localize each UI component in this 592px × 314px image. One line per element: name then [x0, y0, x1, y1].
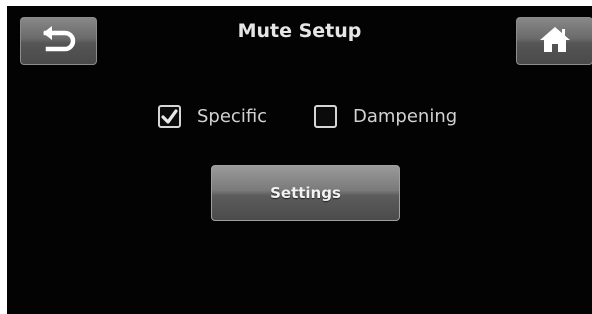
dampening-label: Dampening — [353, 105, 458, 127]
specific-option[interactable]: Specific — [158, 102, 267, 130]
specific-label: Specific — [197, 105, 268, 127]
page-title: Mute Setup — [237, 20, 362, 42]
dampening-option[interactable]: Dampening — [314, 102, 457, 130]
mute-setup-screen: Mute Setup Specific Dampening Settings — [7, 6, 592, 314]
specific-checkbox[interactable] — [158, 104, 181, 128]
home-button[interactable] — [516, 17, 592, 65]
mute-options: Specific Dampening — [7, 102, 592, 130]
checkmark-icon — [161, 108, 178, 124]
home-icon — [539, 25, 571, 57]
settings-button[interactable]: Settings — [211, 165, 400, 221]
dampening-checkbox[interactable] — [314, 104, 337, 128]
